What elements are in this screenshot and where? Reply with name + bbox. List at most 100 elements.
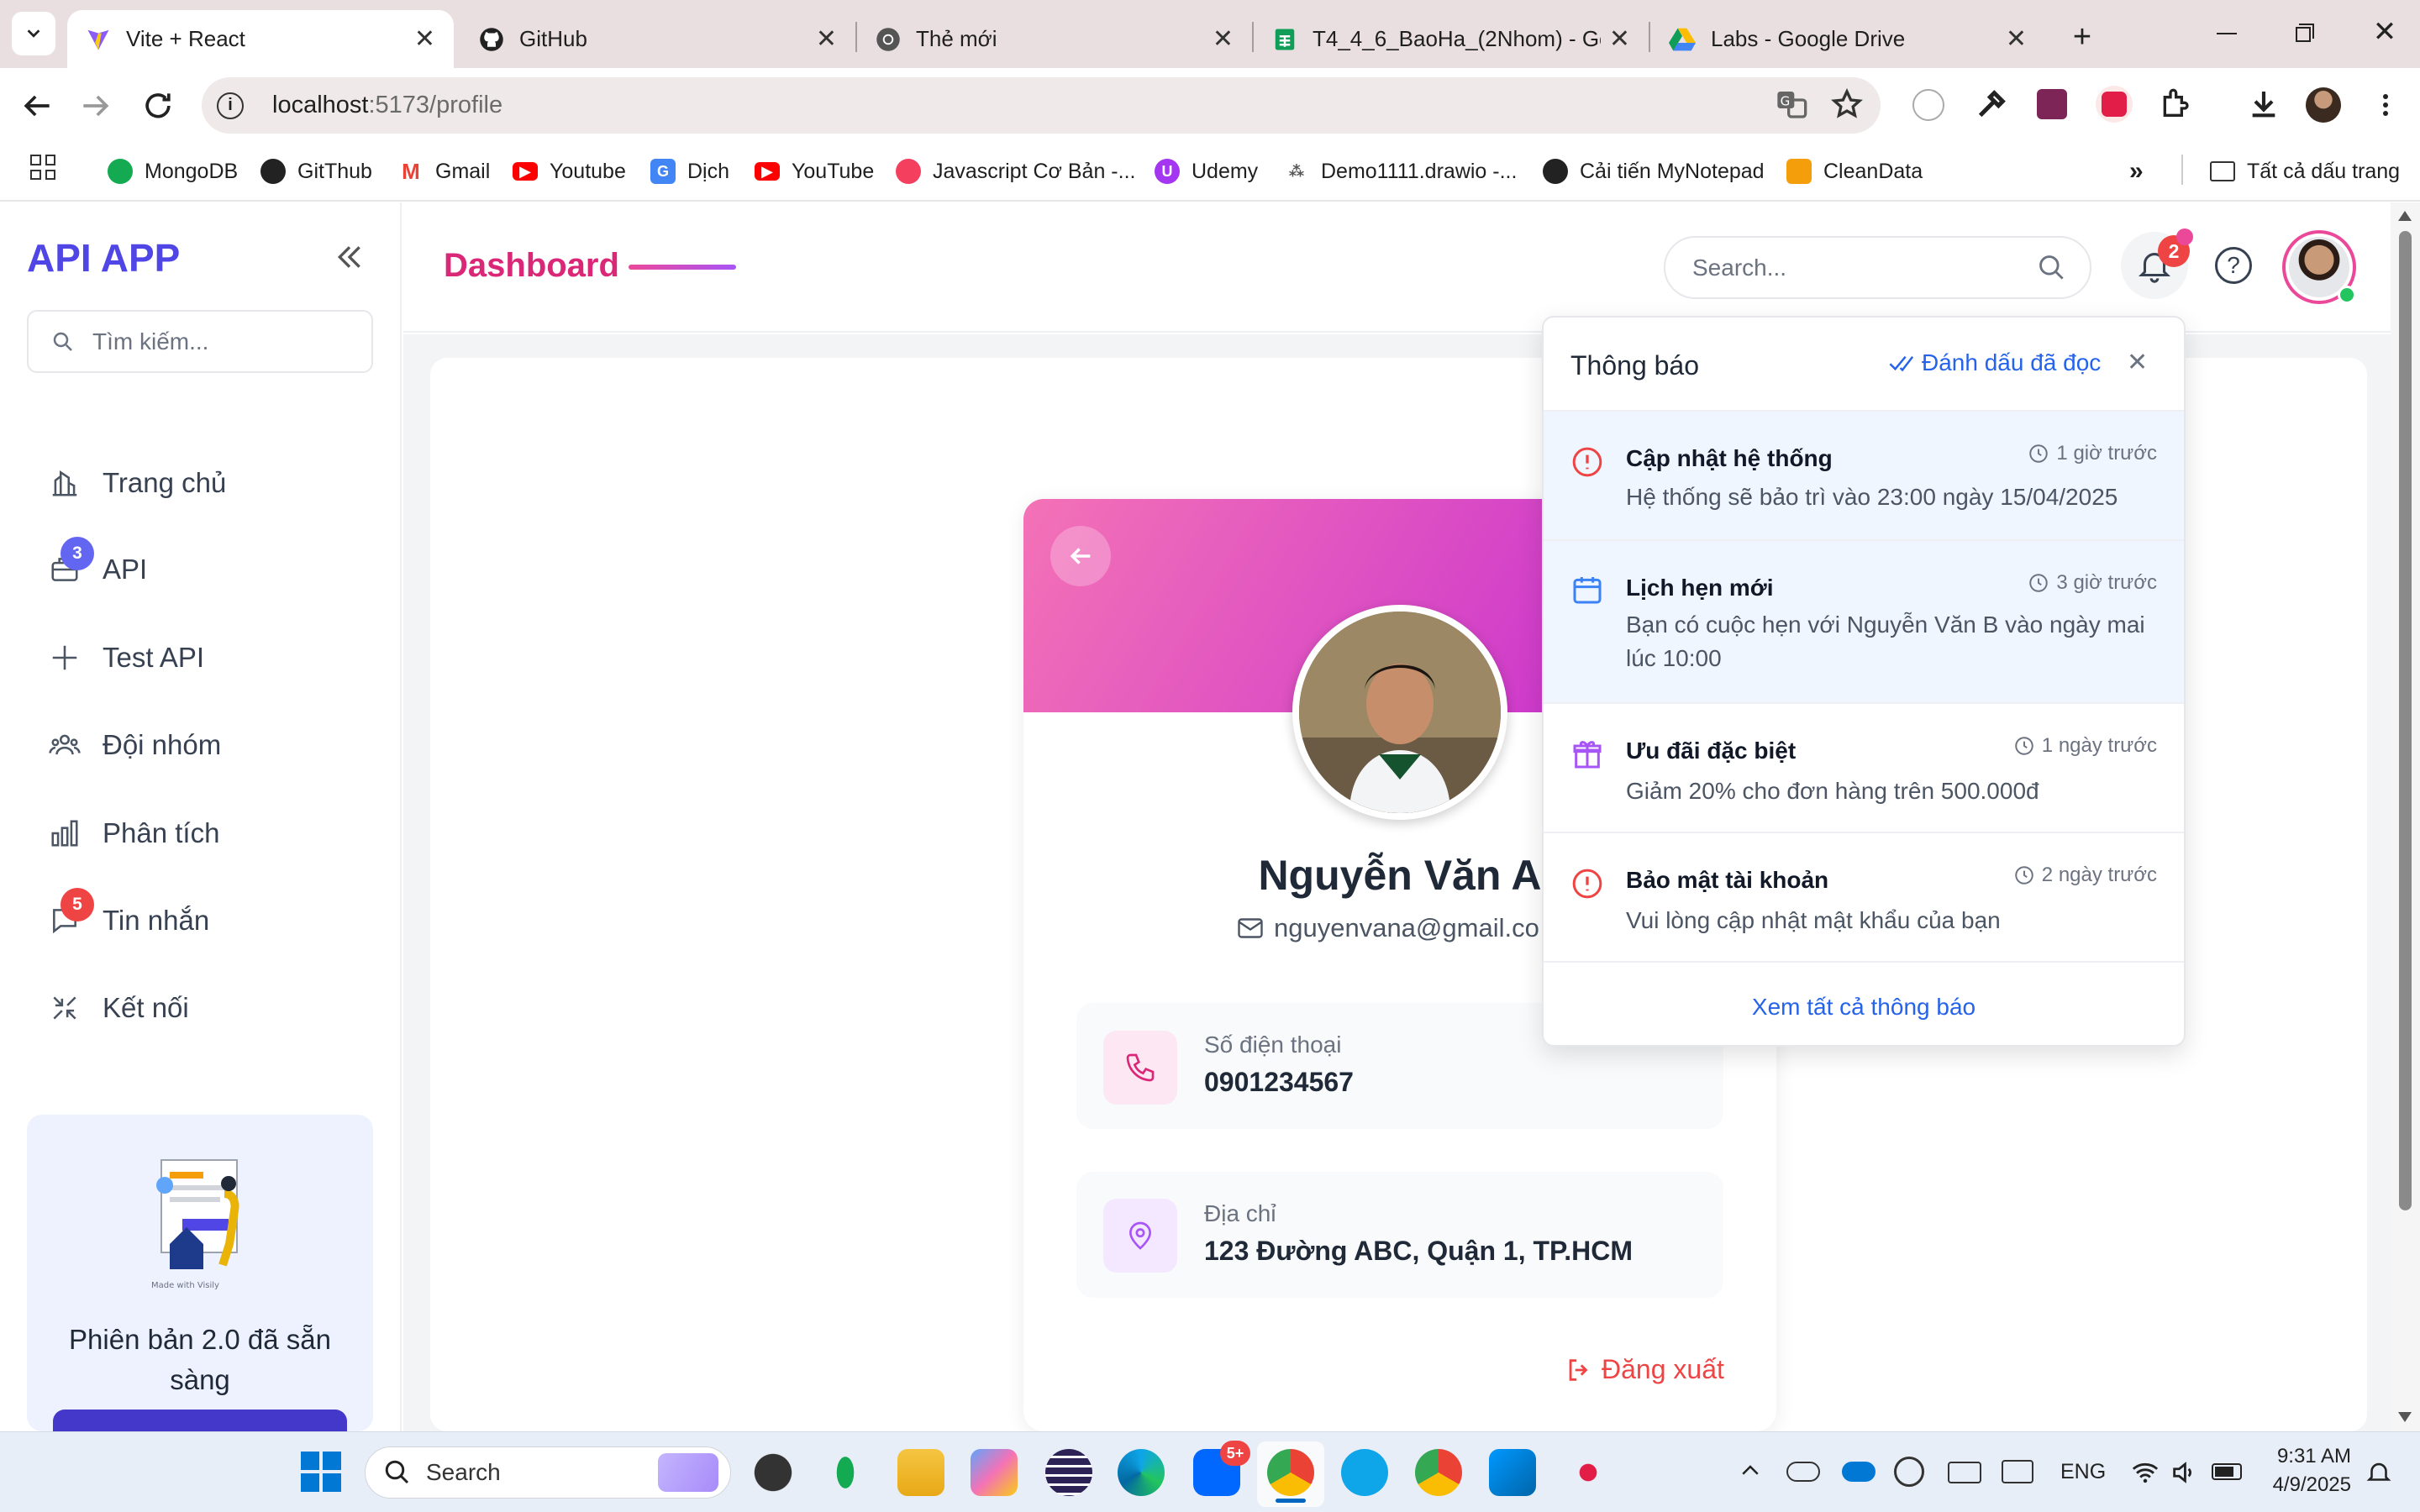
keyboard-icon[interactable] [1948,1462,1981,1483]
omnibox[interactable]: i localhost:5173/profile [202,77,1881,134]
bookmark-github[interactable]: GitThub [260,153,372,190]
clock-date[interactable]: 4/9/2025 [2262,1473,2351,1497]
extensions-puzzle-icon[interactable] [2158,87,2191,121]
tab-search-button[interactable] [12,12,55,55]
chrome-menu-icon[interactable] [2373,87,2398,123]
promo-upgrade-button[interactable] [53,1410,347,1431]
sidebar-item-team[interactable]: Đội nhóm [49,720,221,770]
mongodb-compass-icon[interactable] [822,1449,869,1496]
search-icon[interactable] [2036,252,2068,284]
extension-compass-icon[interactable] [1912,89,1944,121]
wifi-icon[interactable] [2131,1458,2160,1487]
sidebar-item-messages[interactable]: 5 Tin nhắn [49,888,209,946]
bookmark-mongodb[interactable]: MongoDB [108,153,238,190]
close-icon[interactable]: ✕ [2006,24,2027,54]
edge-icon[interactable] [1118,1449,1165,1496]
sidebar-item-home[interactable]: Trang chủ [49,458,226,508]
notification-item[interactable]: Cập nhật hệ thống 1 giờ trước Hệ thống s… [1544,412,2184,541]
back-arrow-icon[interactable] [18,87,55,124]
close-icon[interactable]: ✕ [1213,24,1234,54]
sync-icon[interactable] [1894,1457,1924,1487]
taskbar-search[interactable]: Search [365,1446,731,1499]
apps-grid-icon[interactable] [30,155,55,180]
bookmark-gmail[interactable]: M Gmail [398,153,490,190]
page-scrollbar[interactable] [2391,202,2420,1431]
notification-item[interactable]: Bảo mật tài khoản 2 ngày trước Vui lòng … [1544,833,2184,963]
forward-arrow-icon[interactable] [77,87,114,124]
bookmark-drawio[interactable]: ⁂ Demo1111.drawio -... [1284,153,1517,190]
file-explorer-icon[interactable] [897,1449,944,1496]
vscode-fork-icon[interactable] [1341,1449,1388,1496]
bookmarks-overflow-icon[interactable]: » [2129,153,2144,190]
obs-icon[interactable] [750,1449,797,1496]
notification-item[interactable]: Ưu đãi đặc biệt 1 ngày trước Giảm 20% ch… [1544,704,2184,833]
clock-time[interactable]: 9:31 AM [2269,1445,2351,1468]
language-indicator[interactable]: ENG [2060,1460,2106,1484]
translate-icon[interactable]: G [1775,87,1808,121]
notification-bell-button[interactable]: 2 [2121,228,2193,299]
eclipse-icon[interactable] [1045,1449,1092,1496]
chrome-icon[interactable] [1267,1449,1314,1496]
all-bookmarks-folder[interactable]: Tất cả dấu trang [2210,153,2400,190]
bookmark-youtube[interactable]: ▶ Youtube [513,153,626,190]
snipping-tool-icon[interactable] [1565,1449,1612,1496]
collapse-sidebar-icon[interactable] [333,240,366,274]
tab-google-drive[interactable]: Labs - Google Drive ✕ [1650,10,2045,68]
battery-icon[interactable] [2212,1463,2242,1480]
back-button[interactable] [1050,526,1111,586]
site-info-icon[interactable]: i [217,92,244,119]
scrollbar-thumb[interactable] [2399,231,2412,1210]
close-icon[interactable]: ✕ [414,24,435,54]
close-icon[interactable]: ✕ [2127,348,2148,377]
tab-vite-react[interactable]: Vite + React ✕ [67,10,454,68]
windows-start-icon[interactable] [301,1452,341,1492]
close-window-icon[interactable]: ✕ [2368,15,2402,49]
tray-overflow-chevron-icon[interactable] [1738,1458,1763,1483]
tab-google-sheet[interactable]: T4_4_6_BaoHa_(2Nhom) - Goog ✕ [1254,10,1649,68]
bookmark-javascript[interactable]: Javascript Cơ Bản -... [896,153,1135,190]
download-icon[interactable] [2247,87,2281,121]
bookmark-star-icon[interactable] [1830,87,1864,121]
extension-eyedropper-icon[interactable] [1975,87,2008,121]
chrome-profile-icon[interactable] [1415,1449,1462,1496]
zalo-icon[interactable]: 5+ [1193,1441,1250,1496]
bookmark-translate[interactable]: G Dịch [650,153,729,190]
header-search[interactable]: Search... [1664,236,2091,299]
sidebar-search[interactable]: Tìm kiếm... [27,310,373,373]
extension-purple-icon[interactable] [2037,89,2067,119]
help-icon[interactable]: ? [2215,247,2252,284]
close-icon[interactable]: ✕ [1609,24,1630,54]
copilot-icon[interactable] [971,1449,1018,1496]
restore-icon[interactable] [2287,18,2321,52]
brand-logo[interactable]: API APP [27,235,180,281]
display-icon[interactable] [2002,1460,2033,1483]
sidebar-item-test-api[interactable]: Test API [49,633,204,683]
sidebar-item-analytics[interactable]: Phân tích [49,808,219,858]
view-all-notifications-link[interactable]: Xem tất cả thông báo [1544,994,2184,1021]
new-tab-button[interactable]: + [2060,15,2104,59]
user-avatar[interactable] [2282,230,2356,304]
mark-all-read-button[interactable]: Đánh dấu đã đọc [1888,349,2101,376]
notification-item[interactable]: Lịch hẹn mới 3 giờ trước Bạn có cuộc hẹn… [1544,541,2184,704]
extension-red-icon[interactable] [2096,86,2133,123]
reload-icon[interactable] [139,87,176,124]
bookmark-cleandata[interactable]: CleanData [1786,153,1923,190]
vscode-icon[interactable] [1489,1449,1536,1496]
onedrive-icon[interactable] [1786,1462,1820,1482]
tab-github[interactable]: GitHub ✕ [460,10,855,68]
close-icon[interactable]: ✕ [816,24,837,54]
logout-button[interactable]: Đăng xuất [1565,1354,1724,1385]
minimize-icon[interactable] [2210,17,2244,50]
bookmark-youtube-2[interactable]: ▶ YouTube [755,153,874,190]
profile-avatar[interactable] [2306,87,2341,123]
onedrive-blue-icon[interactable] [1842,1462,1876,1482]
tab-new[interactable]: Thẻ mới ✕ [857,10,1252,68]
scroll-up-arrow[interactable] [2398,211,2412,221]
bookmark-mynotepad[interactable]: Cải tiến MyNotepad [1543,153,1765,190]
sidebar-item-api[interactable]: 3 API [49,537,147,595]
bookmark-udemy[interactable]: U Udemy [1155,153,1258,190]
scroll-down-arrow[interactable] [2398,1412,2412,1422]
notification-center-icon[interactable] [2365,1458,2393,1487]
volume-icon[interactable] [2170,1458,2198,1487]
sidebar-item-connect[interactable]: Kết nối [49,983,189,1033]
